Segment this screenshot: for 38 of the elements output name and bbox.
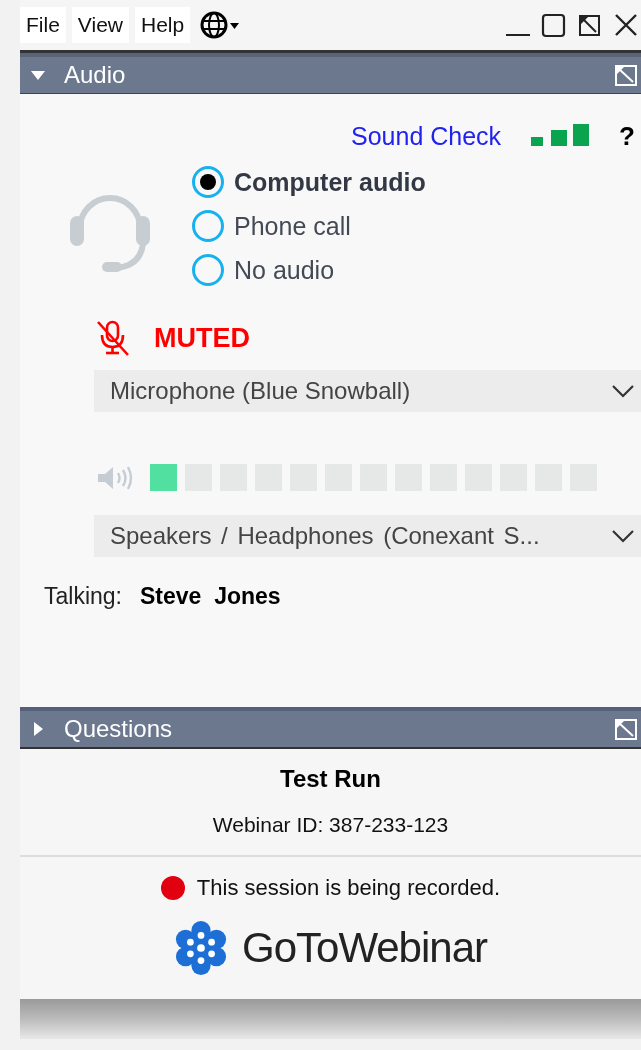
radio-button[interactable] [192, 254, 224, 286]
maximize-icon[interactable] [541, 12, 567, 38]
signal-icon [531, 124, 590, 148]
talking-label: Talking: [44, 583, 122, 610]
radio-option[interactable]: No audio [192, 254, 426, 286]
radio-option[interactable]: Computer audio [192, 166, 426, 198]
help-button[interactable]: ? [619, 120, 635, 152]
chevron-down-icon [611, 384, 635, 398]
flower-logo-icon [174, 921, 228, 975]
session-title: Test Run [279, 765, 382, 793]
globe-icon[interactable] [200, 11, 241, 39]
section-title: Questions [64, 715, 173, 743]
sound-check-link[interactable]: Sound Check [351, 121, 502, 151]
speakers-dropdown[interactable]: Speakers / Headphones (Conexant S... [94, 515, 641, 557]
talker-name: Steve Jones [140, 583, 281, 610]
popout-icon[interactable] [577, 12, 603, 38]
muted-microphone-icon[interactable] [96, 320, 130, 356]
menu-item[interactable]: Help [135, 7, 191, 43]
recording-dot [160, 876, 185, 900]
radio-label: Phone call [234, 211, 351, 241]
chevron-down-icon [611, 529, 635, 543]
muted-label: MUTED [154, 322, 250, 354]
menu-item[interactable]: View [71, 7, 129, 43]
section-header[interactable]: Questions [20, 707, 641, 749]
microphone-dropdown[interactable]: Microphone (Blue Snowball) [94, 370, 641, 412]
section-title: Audio [64, 61, 126, 89]
speaker-icon [96, 464, 134, 491]
webinar-id: Webinar ID: 387-233-123 [211, 813, 450, 837]
radio-label: No audio [234, 255, 335, 285]
radio-button[interactable] [192, 210, 224, 242]
section-header[interactable]: Audio [20, 53, 641, 93]
menu-item[interactable]: File [20, 7, 66, 43]
recording-notice: This session is being recorded. [196, 875, 501, 901]
radio-option[interactable]: Phone call [192, 210, 426, 242]
radio-label: Computer audio [234, 167, 426, 197]
radio-button[interactable] [192, 166, 224, 198]
close-icon[interactable] [613, 12, 639, 38]
brand-name: GoToWebinar [242, 924, 487, 972]
